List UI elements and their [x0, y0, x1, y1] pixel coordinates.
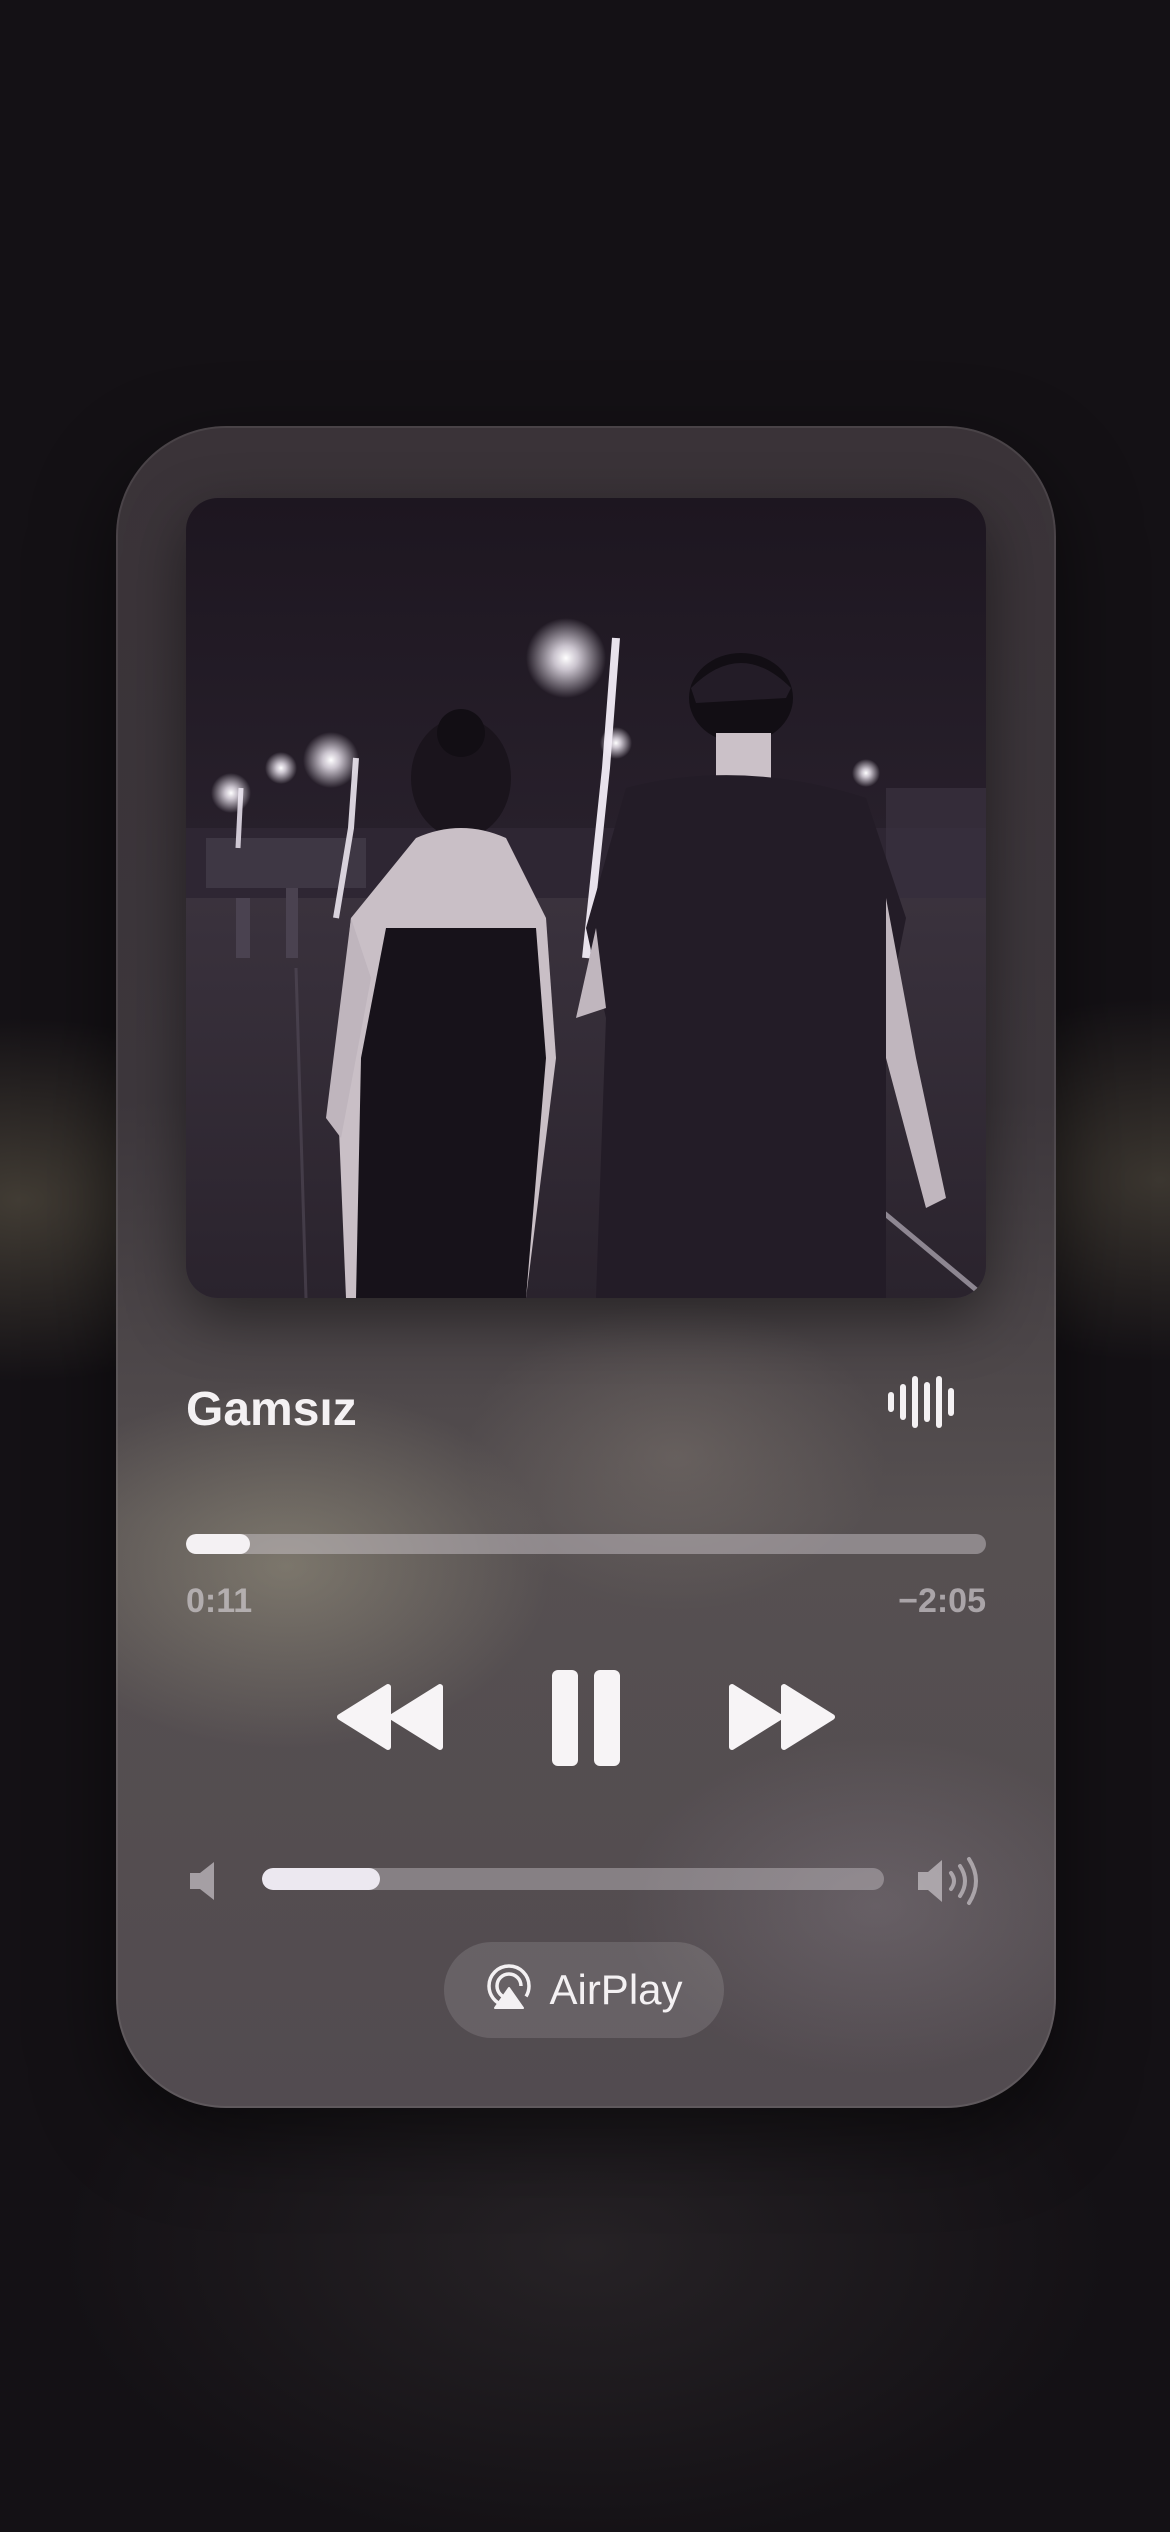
- track-title: Gamsız: [186, 1383, 357, 1436]
- volume-fill: [262, 1868, 381, 1890]
- elapsed-time: 0:11: [186, 1582, 253, 1620]
- backward-icon[interactable]: [336, 1662, 446, 1772]
- remaining-time: −2:05: [898, 1582, 986, 1620]
- volume-slider[interactable]: [262, 1868, 884, 1890]
- pause-icon[interactable]: [536, 1662, 636, 1772]
- waveform-icon[interactable]: [886, 1374, 958, 1430]
- now-playing-card: Gamsız 0:11 −2:05 AirPlay: [116, 426, 1056, 2108]
- speaker-low-icon: [186, 1858, 226, 1904]
- forward-icon[interactable]: [726, 1662, 836, 1772]
- album-artwork: [186, 498, 986, 1298]
- airplay-label: AirPlay: [549, 1966, 683, 2013]
- playback-progress-fill: [186, 1534, 250, 1554]
- playback-progress-slider[interactable]: [186, 1534, 986, 1554]
- airplay-button[interactable]: AirPlay: [444, 1942, 724, 2038]
- speaker-high-icon: [916, 1854, 986, 1908]
- airplay-icon: [485, 1963, 533, 2017]
